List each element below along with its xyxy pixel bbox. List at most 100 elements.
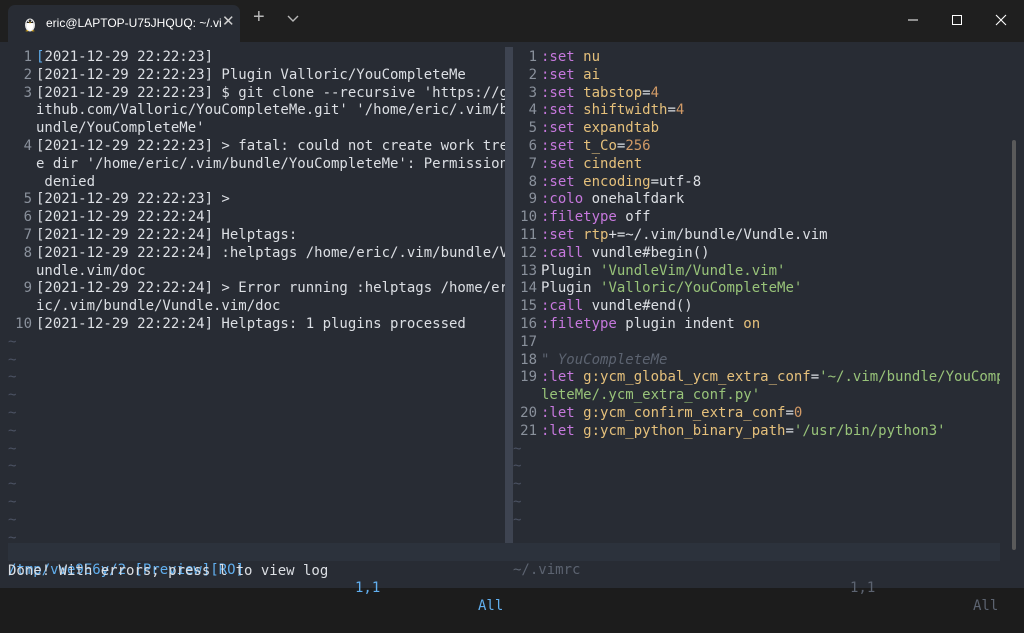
code-token: plugin indent xyxy=(616,316,744,332)
left_pane-line[interactable]: undle/YouCompleteMe' xyxy=(8,119,205,137)
code-token: [2021-12-29 22:22:23] Plugin Valloric/Yo… xyxy=(36,66,466,83)
left_pane-line[interactable]: 10 [2021-12-29 22:22:24] Helptags: 1 plug… xyxy=(8,315,466,333)
line-number: 14 xyxy=(520,280,537,297)
vimrc-editor-pane[interactable]: 1:set nu 2:set ai 3:set tabstop=4 4:set shi… xyxy=(513,47,1000,543)
left_pane-line[interactable]: 7 [2021-12-29 22:22:24] Helptags: xyxy=(8,226,298,244)
code-token: vundle#begin() xyxy=(583,244,710,261)
right_pane-line[interactable]: leteMe/.ycm_extra_conf.py' xyxy=(513,386,760,404)
right_pane-line[interactable]: 12:call vundle#begin() xyxy=(513,244,710,262)
maximize-icon[interactable] xyxy=(941,8,973,32)
right_pane-line[interactable]: 20:let g:ycm_confirm_extra_conf=0 xyxy=(513,404,802,422)
linux-penguin-icon xyxy=(25,18,35,32)
code-token: :call xyxy=(541,298,584,315)
left_pane-line[interactable]: 2 [2021-12-29 22:22:23] Plugin Valloric/Y… xyxy=(8,66,466,84)
empty-line-tilde: ~ xyxy=(8,529,17,543)
right_pane-line[interactable]: 6:set t_Co=256 xyxy=(513,137,651,155)
code-token: '/usr/bin/python3' xyxy=(793,422,946,439)
left_pane-line[interactable]: 8 [2021-12-29 22:22:24] :helptags /home/e… xyxy=(8,244,505,262)
line-number: 11 xyxy=(520,227,537,243)
left_pane-line[interactable]: 4 [2021-12-29 22:22:23] > fatal: could no… xyxy=(8,137,505,155)
code-token: :set xyxy=(541,49,575,65)
line-number: 2 xyxy=(23,66,32,83)
line-number: 1 xyxy=(23,49,32,65)
line-number: 3 xyxy=(528,84,537,101)
vertical-split-separator[interactable] xyxy=(505,47,513,543)
code-token: +=~/.vim/bundle/Vundle.vim xyxy=(608,227,828,243)
right_pane-line[interactable]: 15:call vundle#end() xyxy=(513,297,693,315)
title-bar: eric@LAPTOP-U75JHQUQ: ~/.vi ✕ + xyxy=(0,0,1024,42)
close-icon[interactable] xyxy=(985,8,1017,32)
empty-line-tilde: ~ xyxy=(8,405,17,421)
line-number: 12 xyxy=(520,244,537,261)
right_pane-line[interactable]: 18 " YouCompleteMe xyxy=(513,351,667,369)
code-token: rtp xyxy=(583,227,609,243)
left_pane-line[interactable]: ithub.com/Valloric/YouCompleteMe.git' '/… xyxy=(8,101,505,119)
minimize-icon[interactable] xyxy=(897,8,929,32)
right_pane-line[interactable]: 3:set tabstop=4 xyxy=(513,84,659,102)
right_pane-line[interactable]: 13 Plugin 'VundleVim/Vundle.vim' xyxy=(513,262,785,280)
right_pane-line[interactable]: 2:set ai xyxy=(513,66,600,84)
empty-line-tilde: ~ xyxy=(513,440,522,457)
empty-line-tilde: ~ xyxy=(8,440,17,457)
code-token: ic/.vim/bundle/Vundle.vim/doc xyxy=(36,298,281,315)
status-line-left: /tmp/vve9E6y/2 [Preview][RO] 1,1 All xyxy=(8,543,505,614)
left_pane-line[interactable]: ic/.vim/bundle/Vundle.vim/doc xyxy=(8,297,280,315)
status-scroll-right: All xyxy=(973,598,999,614)
code-token: onehalfdark xyxy=(583,191,685,208)
left_pane-line[interactable]: 1 [2021-12-29 22:22:23] xyxy=(8,48,213,66)
terminal-tab[interactable]: eric@LAPTOP-U75JHQUQ: ~/.vi ✕ xyxy=(8,5,240,42)
right_pane-line[interactable]: 16:filetype plugin indent on xyxy=(513,315,760,333)
line-number: 19 xyxy=(520,369,537,386)
right_pane-line[interactable]: 14 Plugin 'Valloric/YouCompleteMe' xyxy=(513,279,802,297)
code-token: :set xyxy=(541,120,575,137)
empty-line-tilde: ~ xyxy=(8,494,17,510)
line-number: 8 xyxy=(23,244,32,261)
right_pane-line[interactable]: 1:set nu xyxy=(513,48,600,66)
left_pane-line[interactable]: 3 [2021-12-29 22:22:23] $ git clone --rec… xyxy=(8,84,505,102)
line-number: 7 xyxy=(528,155,537,172)
code-token: :set xyxy=(541,227,575,243)
right_pane-line[interactable]: 21:let g:ycm_python_binary_path='/usr/bi… xyxy=(513,422,946,440)
new-tab-button[interactable]: + xyxy=(253,7,265,27)
right_pane-line[interactable]: 10:filetype off xyxy=(513,208,651,226)
left_pane-line[interactable]: 9 [2021-12-29 22:22:24] > Error running :… xyxy=(8,279,505,297)
right_pane-line[interactable]: 8:set encoding=utf-8 xyxy=(513,173,702,191)
code-token: :set xyxy=(541,84,575,101)
right_pane-line[interactable]: 5:set expandtab xyxy=(513,119,659,137)
code-token: :set xyxy=(541,138,575,154)
right_pane-line[interactable]: 19:let g:ycm_global_ycm_extra_conf='~/.v… xyxy=(513,368,1000,386)
right_pane-line[interactable]: 4:set shiftwidth=4 xyxy=(513,101,685,119)
right_pane-line[interactable]: 17 xyxy=(513,333,541,351)
code-token: tabstop xyxy=(583,84,643,101)
tab-close-button[interactable]: ✕ xyxy=(222,12,235,30)
left_pane-line[interactable]: denied xyxy=(8,173,95,191)
command-line[interactable]: Done! With errors; press l to view log xyxy=(8,561,328,581)
right_pane-line[interactable]: 11:set rtp+=~/.vim/bundle/Vundle.vim xyxy=(513,226,828,244)
left_pane-line[interactable]: e dir '/home/eric/.vim/bundle/YouComplet… xyxy=(8,155,505,173)
code-token: " YouCompleteMe xyxy=(541,351,668,368)
scrollbar[interactable] xyxy=(1012,140,1016,550)
right_pane-line[interactable]: 9:colo onehalfdark xyxy=(513,190,685,208)
code-token: :let xyxy=(541,405,575,421)
line-number: 20 xyxy=(520,405,537,421)
empty-line-tilde: ~ xyxy=(513,511,522,528)
line-number: 21 xyxy=(520,422,537,439)
empty-line-tilde: ~ xyxy=(8,333,17,350)
left_pane-line[interactable]: undle.vim/doc xyxy=(8,262,146,280)
code-token: denied xyxy=(36,173,96,190)
left_pane-line[interactable]: 6 [2021-12-29 22:22:24] xyxy=(8,208,213,226)
code-token: :filetype xyxy=(541,209,617,226)
code-token: :let xyxy=(541,422,575,439)
left_pane-line[interactable]: 5 [2021-12-29 22:22:23] > xyxy=(8,190,230,208)
preview-pane[interactable]: 1 [2021-12-29 22:22:23] 2 [2021-12-29 22:22… xyxy=(8,47,505,543)
chevron-down-icon[interactable] xyxy=(286,13,300,23)
code-token: :set xyxy=(541,102,575,119)
code-token: shiftwidth xyxy=(583,102,668,119)
right_pane-line[interactable]: 7:set cindent xyxy=(513,155,643,173)
code-token: off xyxy=(616,209,651,226)
code-token: g:ycm_python_binary_path xyxy=(583,422,786,439)
